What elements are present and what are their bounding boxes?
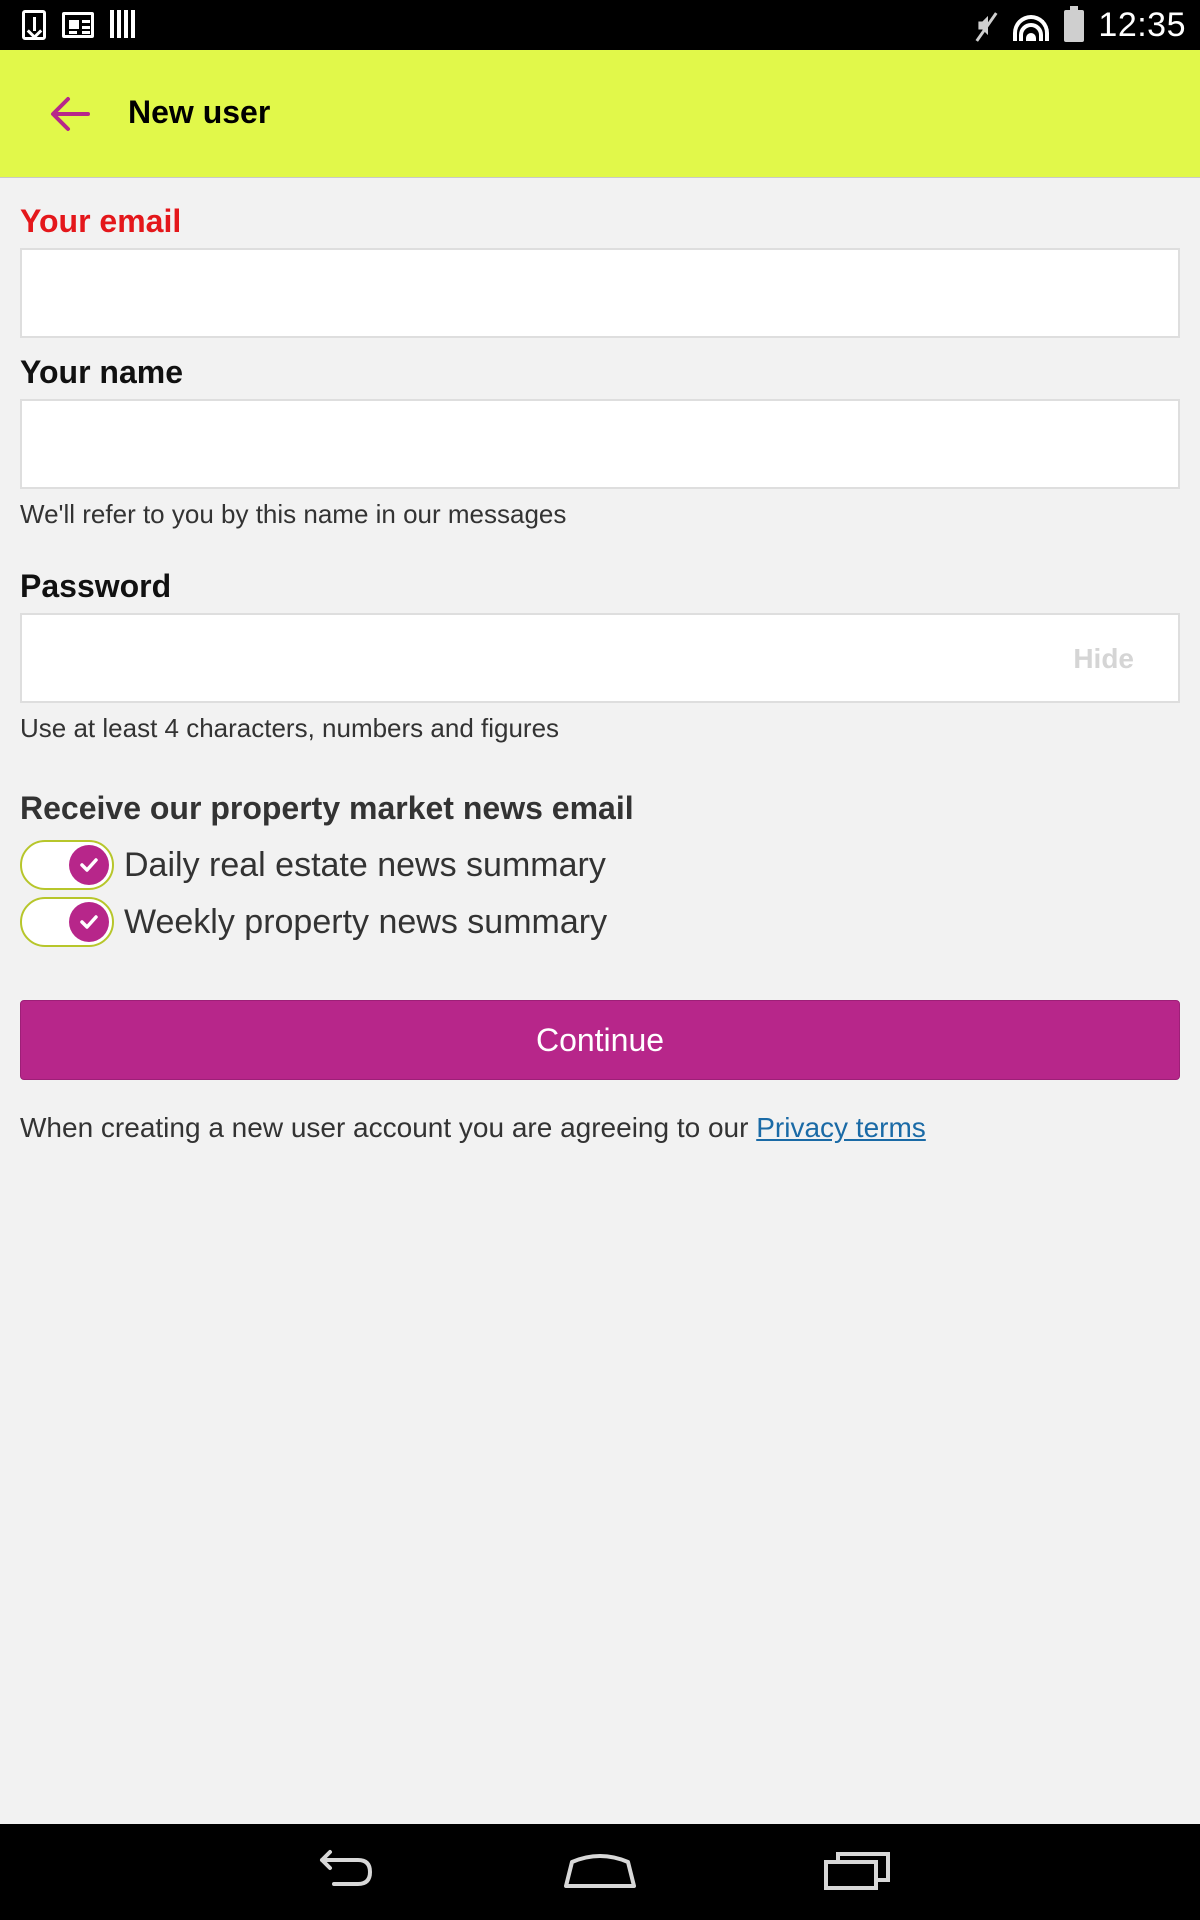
name-label: Your name <box>20 354 183 390</box>
home-nav-icon[interactable] <box>562 1846 638 1896</box>
daily-news-toggle[interactable] <box>20 840 114 890</box>
privacy-terms-link[interactable]: Privacy terms <box>756 1112 926 1143</box>
navigation-bar <box>0 1824 1200 1920</box>
weekly-news-label: Weekly property news summary <box>124 902 608 941</box>
page-title: New user <box>128 94 271 130</box>
hide-password-button[interactable]: Hide <box>1073 643 1134 675</box>
email-label: Your email <box>20 203 182 239</box>
battery-icon <box>1064 5 1085 42</box>
password-label: Password <box>20 568 172 604</box>
news-icon <box>62 12 94 38</box>
email-field[interactable] <box>20 248 1180 338</box>
clock: 12:35 <box>1098 6 1186 44</box>
arrow-left-icon <box>51 97 90 131</box>
toggle-knob <box>69 902 109 942</box>
password-hint: Use at least 4 characters, numbers and f… <box>20 713 560 743</box>
app-bar: New user <box>0 50 1200 178</box>
name-hint: We'll refer to you by this name in our m… <box>20 499 567 529</box>
back-nav-icon[interactable] <box>306 1846 376 1896</box>
password-field[interactable] <box>46 615 946 701</box>
terms-text: When creating a new user account you are… <box>20 1112 1180 1144</box>
toggle-row-weekly[interactable]: Weekly property news summary <box>20 894 1180 950</box>
continue-button[interactable]: Continue <box>20 1000 1180 1080</box>
wifi-icon <box>1012 11 1050 41</box>
notification-icons <box>22 10 138 40</box>
password-field-container: Hide <box>20 613 1180 703</box>
weekly-news-toggle[interactable] <box>20 897 114 947</box>
toggle-row-daily[interactable]: Daily real estate news summary <box>20 837 1180 893</box>
status-bar: 12:35 <box>0 0 1200 50</box>
terms-prefix: When creating a new user account you are… <box>20 1112 757 1143</box>
daily-news-label: Daily real estate news summary <box>124 845 606 884</box>
recent-apps-nav-icon[interactable] <box>822 1846 892 1896</box>
check-icon <box>80 858 98 872</box>
newsletter-title: Receive our property market news email <box>20 790 634 826</box>
check-icon <box>80 915 98 929</box>
system-icons: 12:35 <box>974 5 1186 45</box>
barcode-icon <box>110 10 138 38</box>
name-field[interactable] <box>20 399 1180 489</box>
signup-form: Your email Your name We'll refer to you … <box>20 178 1180 1144</box>
back-button[interactable] <box>40 86 100 142</box>
mute-icon <box>974 10 998 42</box>
toggle-knob <box>69 845 109 885</box>
download-icon <box>22 10 46 40</box>
